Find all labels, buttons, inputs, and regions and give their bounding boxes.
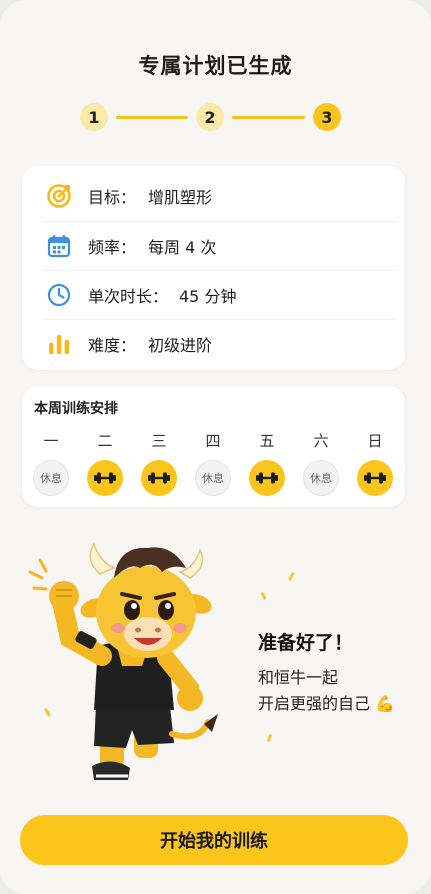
bar-chart-icon bbox=[49, 335, 70, 354]
rest-day-badge[interactable]: 休息 bbox=[303, 460, 339, 496]
target-icon bbox=[47, 184, 71, 208]
training-day-badge[interactable] bbox=[357, 460, 393, 496]
dumbbell-icon bbox=[256, 472, 278, 484]
plan-value-level: 初级进阶 bbox=[148, 336, 213, 355]
rest-day-badge[interactable]: 休息 bbox=[195, 460, 231, 496]
confetti-mark bbox=[260, 591, 267, 601]
bull-mascot-illustration bbox=[28, 542, 218, 780]
weekday-label: 四 bbox=[205, 432, 221, 450]
step-2: 2 bbox=[196, 103, 224, 131]
confetti-mark bbox=[266, 733, 273, 743]
weekday-label: 一 bbox=[43, 432, 59, 450]
plan-row-goal: 目标： 增肌塑形 bbox=[22, 171, 405, 221]
promo-line-2-text: 开启更强的自己 bbox=[258, 694, 371, 713]
flexed-biceps-icon: 💪 bbox=[375, 694, 396, 713]
plan-screen: 专属计划已生成 1 2 3 目标： 增肌塑形 频率： 每周 4 次 单次时长： … bbox=[0, 0, 431, 894]
rest-day-badge[interactable]: 休息 bbox=[33, 460, 69, 496]
weekday-label: 二 bbox=[97, 432, 113, 450]
weekly-schedule-card: 本周训练安排 一休息 二 三 四休息 五 六休息 日 bbox=[22, 386, 405, 507]
training-day-badge[interactable] bbox=[249, 460, 285, 496]
plan-label-goal: 目标： bbox=[88, 188, 137, 207]
dumbbell-icon bbox=[148, 472, 170, 484]
weekly-schedule-title: 本周训练安排 bbox=[34, 401, 118, 417]
promo-title: 准备好了！ bbox=[258, 632, 354, 654]
plan-value-goal: 增肌塑形 bbox=[148, 188, 213, 207]
training-day-badge[interactable] bbox=[141, 460, 177, 496]
calendar-icon bbox=[47, 235, 71, 258]
plan-value-frequency: 每周 4 次 bbox=[148, 238, 217, 257]
weekday-label: 六 bbox=[313, 432, 329, 450]
step-connector bbox=[232, 116, 305, 119]
plan-label-level: 难度： bbox=[88, 336, 137, 355]
dumbbell-icon bbox=[94, 472, 116, 484]
promo-line-1: 和恒牛一起 bbox=[258, 668, 339, 687]
plan-row-level: 难度： 初级进阶 bbox=[22, 319, 405, 369]
start-training-button[interactable]: 开始我的训练 bbox=[20, 815, 408, 865]
confetti-mark bbox=[287, 571, 296, 582]
plan-label-duration: 单次时长： bbox=[88, 287, 169, 306]
weekday-label: 五 bbox=[259, 432, 275, 450]
page-title: 专属计划已生成 bbox=[138, 54, 293, 78]
plan-label-frequency: 频率： bbox=[88, 238, 137, 257]
dumbbell-icon bbox=[364, 472, 386, 484]
training-day-badge[interactable] bbox=[87, 460, 123, 496]
plan-row-frequency: 频率： 每周 4 次 bbox=[22, 221, 405, 271]
promo-line-2: 开启更强的自己 💪 bbox=[258, 690, 395, 714]
plan-value-duration: 45 分钟 bbox=[179, 287, 237, 306]
plan-summary-card: 目标： 增肌塑形 频率： 每周 4 次 单次时长： 45 分钟 难度： 初级进阶 bbox=[22, 166, 405, 370]
step-3: 3 bbox=[313, 103, 341, 131]
clock-icon bbox=[47, 283, 71, 307]
weekday-label: 日 bbox=[367, 432, 383, 450]
step-connector bbox=[116, 116, 188, 119]
step-1: 1 bbox=[80, 103, 108, 131]
progress-stepper: 1 2 3 bbox=[80, 103, 345, 133]
plan-row-duration: 单次时长： 45 分钟 bbox=[22, 270, 405, 320]
weekday-label: 三 bbox=[151, 432, 167, 450]
